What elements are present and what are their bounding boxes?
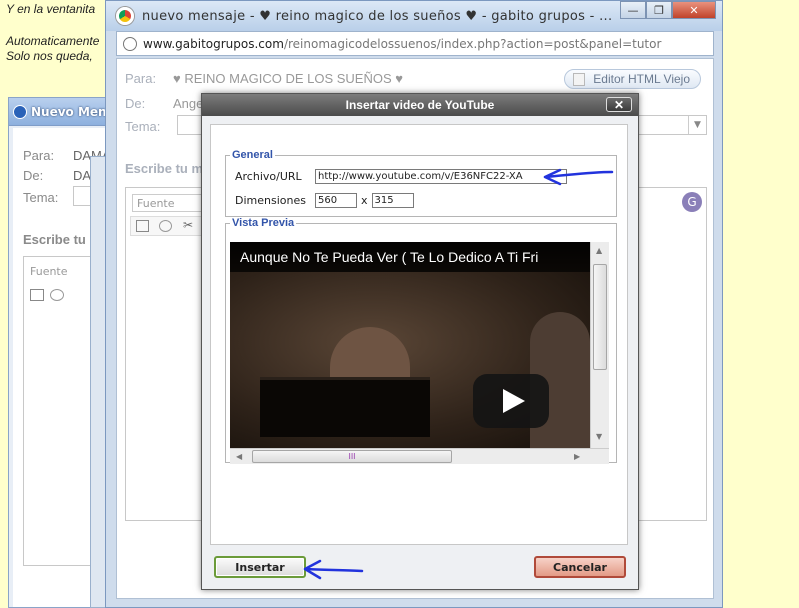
times-symbol: x [361,194,368,207]
chevron-down-icon[interactable]: ▼ [688,116,706,134]
back-tema-label: Tema: [23,190,59,205]
background-text-line-3: Solo nos queda, [6,49,93,63]
url-label: Archivo/URL [235,170,302,183]
horizontal-scrollbar[interactable]: ◀ III ▶ [230,448,609,464]
preview-fieldset: Vista Previa Aunque No Te Pueda Ver ( Te… [225,217,617,464]
minimize-button[interactable]: — [620,1,646,19]
scroll-right-icon[interactable]: ▶ [574,452,580,461]
tema-label: Tema: [125,119,161,134]
globe-icon [123,36,137,51]
height-input[interactable]: 315 [371,193,414,208]
url-input[interactable]: http://www.youtube.com/v/E36NFC22-XA [315,169,567,184]
scroll-up-icon[interactable]: ▲ [596,246,602,255]
background-text-line-1: Y en la ventanita [6,2,96,16]
dimensions-row: Dimensiones 560 x 315 [235,193,414,208]
table-icon[interactable] [30,289,44,301]
back-para-label: Para: [23,148,55,163]
back-fuente-select[interactable]: Fuente [30,265,68,278]
play-icon[interactable] [473,374,549,428]
url-domain: www.gabitogrupos.com [143,36,284,51]
horizontal-scroll-thumb[interactable]: III [252,450,452,463]
back-window-titlebar[interactable]: Nuevo Mensaje [9,98,117,126]
vertical-scroll-thumb[interactable] [593,264,607,370]
piano-figure [260,377,430,437]
general-legend: General [232,149,273,161]
preview-legend: Vista Previa [232,217,295,229]
address-bar[interactable]: www.gabitogrupos.com/reinomagicodelossue… [116,31,714,56]
eraser-icon[interactable] [159,220,172,232]
back-de-label: De: [23,168,44,183]
url-path: /reinomagicodelossuenos/index.php?action… [283,36,662,51]
restore-button[interactable]: ❐ [646,1,672,19]
browser-titlebar[interactable]: nuevo mensaje - ♥ reino magico de los su… [106,1,722,31]
chrome-icon [116,7,134,25]
url-row: Archivo/URL http://www.youtube.com/v/E36… [235,169,567,184]
old-html-editor-label: Editor HTML Viejo [593,72,690,86]
video-preview[interactable]: Aunque No Te Pueda Ver ( Te Lo Dedico A … [230,242,609,464]
width-input[interactable]: 560 [315,193,357,208]
vertical-scrollbar[interactable]: ▲ ▼ [590,242,609,448]
dialog-close-button[interactable]: ✕ [606,97,632,112]
old-html-editor-button[interactable]: Editor HTML Viejo [564,69,701,89]
insert-youtube-dialog: Insertar video de YouTube ✕ General Arch… [201,93,639,590]
app-icon [13,104,27,119]
table-icon[interactable] [136,220,149,232]
dimensions-label: Dimensiones [235,194,306,207]
para-value: ♥ REINO MAGICO DE LOS SUEÑOS ♥ [173,71,403,86]
background-text-line-2: Automaticamente [6,34,100,48]
scissors-icon[interactable]: ✂ [183,218,193,232]
cancel-button[interactable]: Cancelar [534,556,626,578]
scroll-left-icon[interactable]: ◀ [236,452,242,461]
de-label: De: [125,96,146,111]
dialog-title: Insertar video de YouTube [345,98,495,112]
dialog-footer: Insertar Cancelar [202,545,638,589]
eraser-icon[interactable] [50,289,64,301]
close-window-button[interactable]: ✕ [672,1,716,19]
video-title[interactable]: Aunque No Te Pueda Ver ( Te Lo Dedico A … [230,242,590,272]
avatar[interactable]: G [682,192,702,212]
fuente-select[interactable]: Fuente [132,194,202,212]
editor-toolbar: ✂ [130,216,204,236]
escribe-label: Escribe tu m [125,161,204,176]
browser-window-title: nuevo mensaje - ♥ reino magico de los su… [142,8,613,24]
scroll-down-icon[interactable]: ▼ [596,432,602,441]
insert-button[interactable]: Insertar [214,556,306,578]
page-icon [573,73,586,86]
dialog-body: General Archivo/URL http://www.youtube.c… [210,124,628,545]
dialog-titlebar[interactable]: Insertar video de YouTube ✕ [202,94,638,116]
para-label: Para: [125,71,157,86]
